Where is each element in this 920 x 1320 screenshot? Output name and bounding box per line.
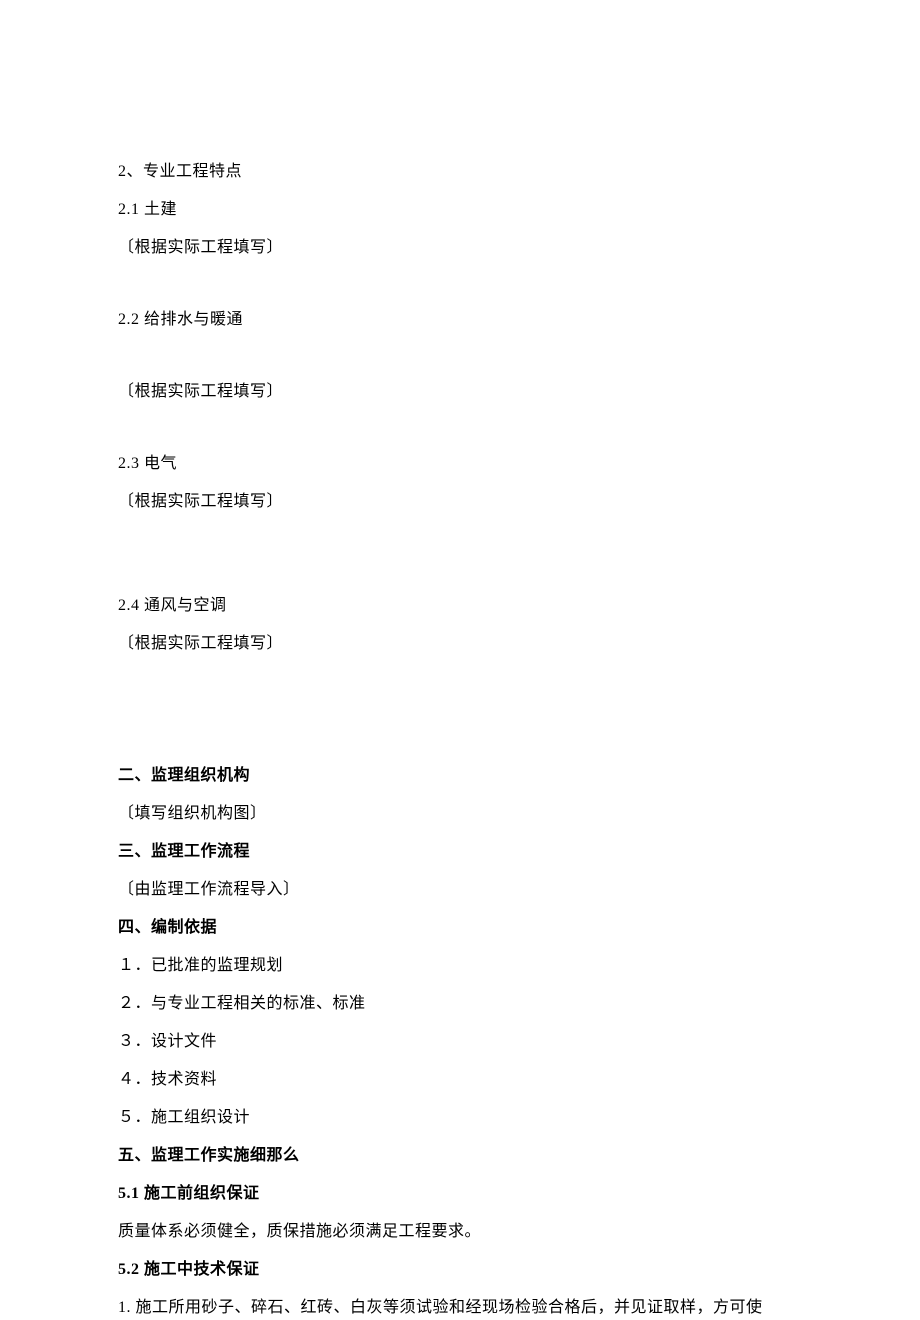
section-2-title: 2、专业工程特点 xyxy=(118,160,802,184)
heading-4: 四、编制依据 xyxy=(118,916,802,940)
section-2-2-note: 〔根据实际工程填写〕 xyxy=(118,380,802,404)
heading-2: 二、监理组织机构 xyxy=(118,764,802,788)
section-2-2-heading: 2.2 给排水与暖通 xyxy=(118,308,802,332)
note-2: 〔填写组织机构图〕 xyxy=(118,802,802,826)
section-5-1-text: 质量体系必须健全，质保措施必须满足工程要求。 xyxy=(118,1220,802,1244)
list-4-item-1: １．已批准的监理规划 xyxy=(118,954,802,978)
section-5-2-item-1: 1. 施工所用砂子、碎石、红砖、白灰等须试验和经现场检验合格后，并见证取样，方可… xyxy=(118,1296,802,1320)
section-2-1-note: 〔根据实际工程填写〕 xyxy=(118,236,802,260)
section-2-1-heading: 2.1 土建 xyxy=(118,198,802,222)
list-4-item-4: ４．技术资料 xyxy=(118,1068,802,1092)
list-4-item-5: ５．施工组织设计 xyxy=(118,1106,802,1130)
section-2-4-note: 〔根据实际工程填写〕 xyxy=(118,632,802,656)
section-2-3-heading: 2.3 电气 xyxy=(118,452,802,476)
section-5-1-heading: 5.1 施工前组织保证 xyxy=(118,1182,802,1206)
heading-3: 三、监理工作流程 xyxy=(118,840,802,864)
section-2-4-heading: 2.4 通风与空调 xyxy=(118,594,802,618)
list-4-item-3: ３．设计文件 xyxy=(118,1030,802,1054)
note-3: 〔由监理工作流程导入〕 xyxy=(118,878,802,902)
section-5-2-heading: 5.2 施工中技术保证 xyxy=(118,1258,802,1282)
section-2-3-note: 〔根据实际工程填写〕 xyxy=(118,490,802,514)
heading-5: 五、监理工作实施细那么 xyxy=(118,1144,802,1168)
list-4-item-2: ２．与专业工程相关的标准、标准 xyxy=(118,992,802,1016)
